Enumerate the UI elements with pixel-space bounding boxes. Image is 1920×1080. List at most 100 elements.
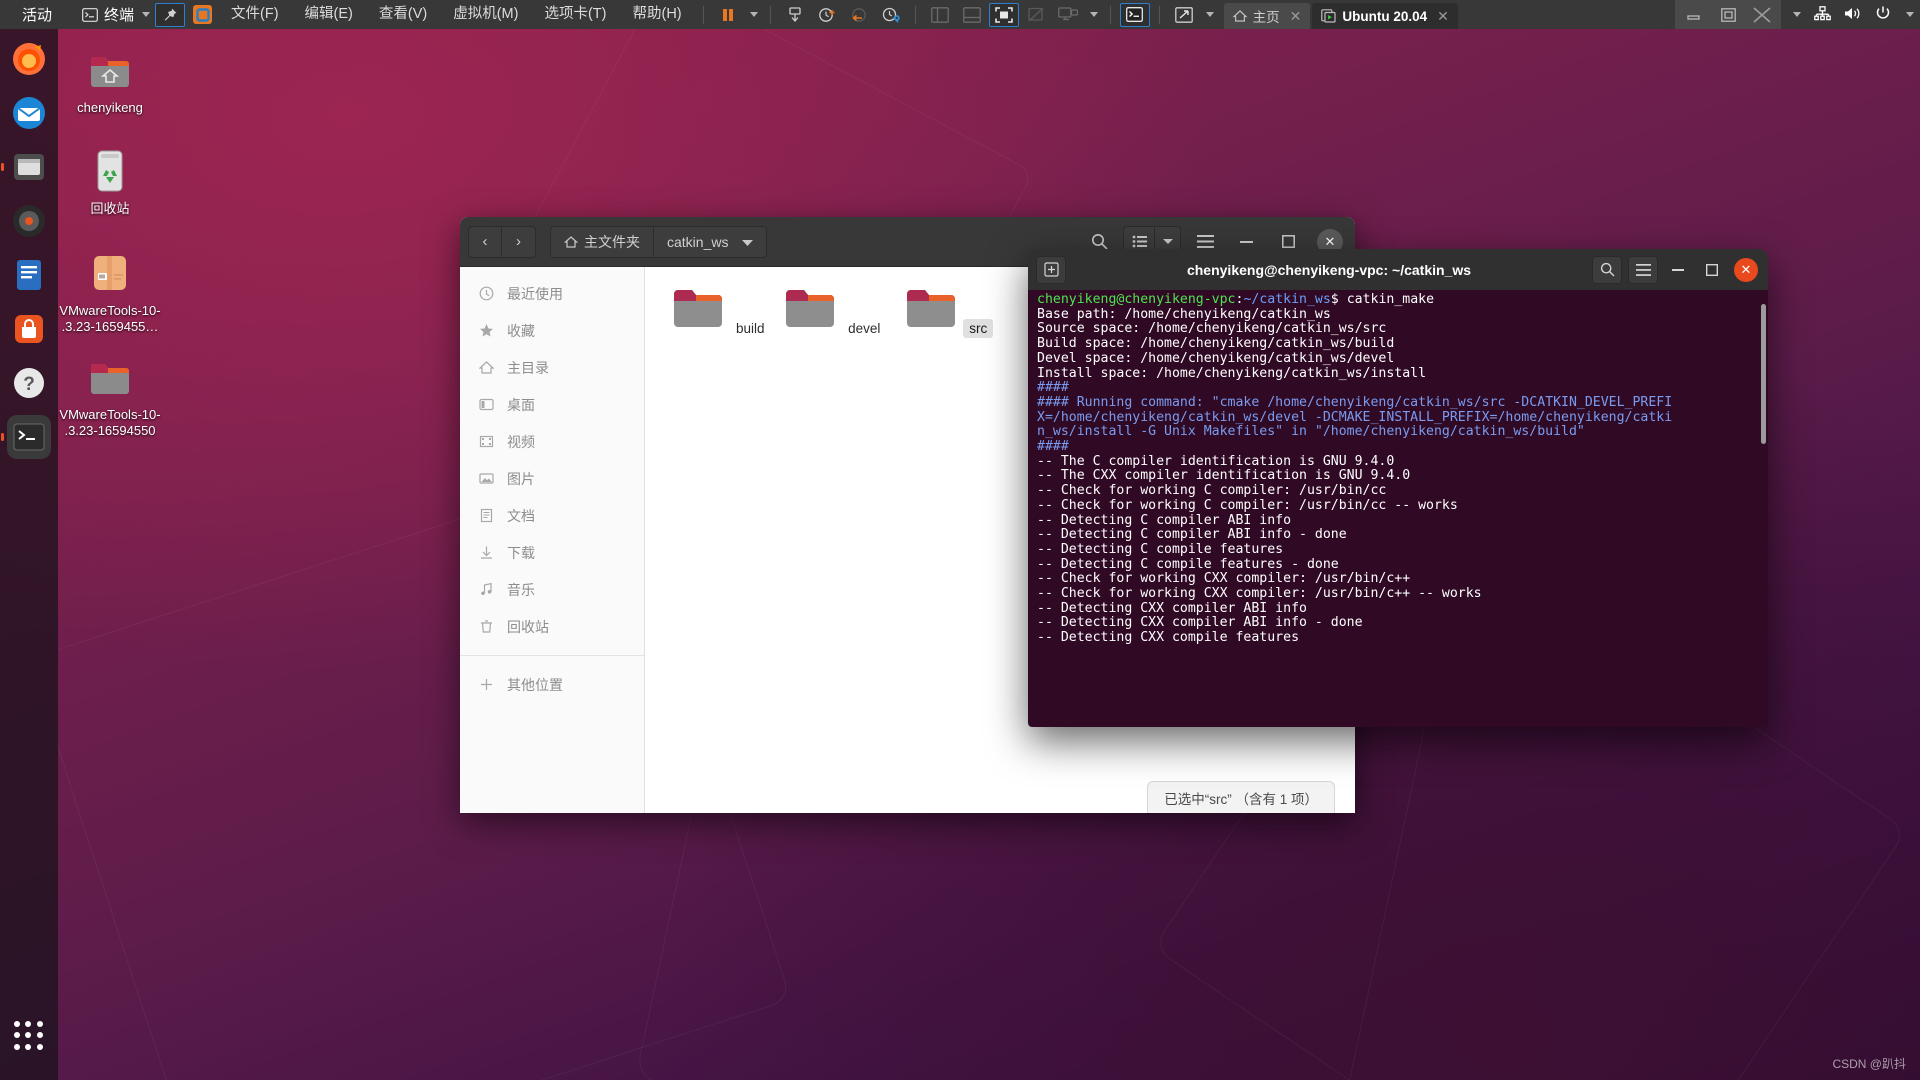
sidebar-item-desktop[interactable]: 桌面 — [460, 386, 644, 423]
revert-snapshot-icon[interactable] — [844, 3, 874, 27]
close-button[interactable]: ✕ — [1732, 256, 1760, 284]
close-icon[interactable]: ✕ — [1290, 8, 1302, 25]
menu-vm[interactable]: 虚拟机(M) — [440, 0, 531, 29]
close-icon[interactable]: ✕ — [1734, 257, 1758, 282]
sidebar-item-label: 其他位置 — [507, 676, 563, 693]
menu-file[interactable]: 文件(F) — [218, 0, 292, 29]
caret-down-icon[interactable] — [142, 12, 151, 17]
stretch-caret-icon[interactable] — [1201, 3, 1217, 27]
dock-item-libreoffice-writer[interactable] — [7, 253, 51, 297]
sidebar-item-documents[interactable]: 文档 — [460, 497, 644, 534]
pause-icon[interactable] — [713, 3, 743, 27]
close-button[interactable] — [1745, 0, 1779, 29]
snapshot-icon[interactable] — [780, 3, 810, 27]
vmware-menubar[interactable]: 文件(F) 编辑(E) 查看(V) 虚拟机(M) 选项卡(T) 帮助(H) — [218, 0, 695, 29]
activities-button[interactable]: 活动 — [8, 0, 66, 29]
software-store-icon — [15, 315, 43, 343]
breadcrumb-item-catkin-ws[interactable]: catkin_ws — [654, 225, 768, 258]
network-icon[interactable] — [1814, 5, 1831, 24]
scrollbar[interactable] — [1761, 304, 1766, 444]
desktop-icon-home[interactable]: chenyikeng — [54, 53, 166, 116]
sidebar-item-starred[interactable]: 收藏 — [460, 312, 644, 349]
menu-tabs[interactable]: 选项卡(T) — [531, 0, 619, 29]
pause-dropdown-caret-icon[interactable] — [745, 3, 761, 27]
file-item-build[interactable]: build — [663, 281, 777, 338]
dock-item-thunderbird[interactable] — [7, 91, 51, 135]
vmware-logo-icon[interactable] — [187, 3, 217, 27]
menu-help[interactable]: 帮助(H) — [619, 0, 694, 29]
desktop-icon-vmwaretools-archive[interactable]: VMwareTools-10- .3.23-1659455… — [54, 252, 166, 335]
desktop-icon-vmwaretools-folder[interactable]: VMwareTools-10- .3.23-16594550 — [54, 360, 166, 439]
sidebar-view-icon[interactable] — [925, 3, 955, 27]
file-item-src[interactable]: src — [891, 281, 1005, 338]
search-icon[interactable] — [1592, 255, 1622, 284]
volume-icon[interactable] — [1844, 6, 1862, 24]
vm-tab-ubuntu[interactable]: Ubuntu 20.04 ✕ — [1312, 3, 1458, 29]
power-icon[interactable] — [1875, 5, 1891, 24]
terminal-output[interactable]: chenyikeng@chenyikeng-vpc:~/catkin_ws$ c… — [1028, 290, 1768, 727]
breadcrumb[interactable]: 主文件夹 catkin_ws — [550, 225, 768, 258]
sidebar-item-home[interactable]: 主目录 — [460, 349, 644, 386]
app-menu-terminal[interactable]: 终端 — [78, 4, 154, 25]
multi-monitor-icon[interactable] — [1053, 3, 1083, 27]
new-tab-icon[interactable] — [1036, 255, 1066, 284]
sidebar-item-videos[interactable]: 视频 — [460, 423, 644, 460]
menu-view[interactable]: 查看(V) — [366, 0, 440, 29]
snapshot-manager-icon[interactable] — [876, 3, 906, 27]
dock-item-rhythmbox[interactable] — [7, 199, 51, 243]
vmware-toolbar[interactable]: 活动 终端 文件(F) 编辑(E) 查看(V) 虚拟机(M) 选项卡(T) 帮助… — [0, 0, 1920, 29]
terminal-toolbar-icon[interactable] — [1119, 2, 1150, 27]
maximize-button[interactable] — [1698, 256, 1726, 284]
sidebar-item-label: 桌面 — [507, 396, 535, 413]
ubuntu-system-tray[interactable] — [1791, 0, 1920, 29]
unity-mode-icon[interactable] — [1021, 3, 1051, 27]
dock-item-firefox[interactable] — [7, 37, 51, 81]
folder-icon — [906, 290, 955, 327]
file-item-devel[interactable]: devel — [777, 281, 891, 338]
chevron-down-icon[interactable] — [742, 234, 754, 250]
back-button[interactable]: ‹ — [468, 225, 502, 258]
hamburger-menu-icon[interactable] — [1628, 255, 1658, 284]
navigation-buttons[interactable]: ‹ › — [468, 225, 536, 258]
take-snapshot-icon[interactable] — [812, 3, 842, 27]
terminal-window[interactable]: chenyikeng@chenyikeng-vpc: ~/catkin_ws ✕… — [1028, 249, 1768, 727]
vm-tab-bar[interactable]: 主页 ✕ Ubuntu 20.04 ✕ — [1223, 0, 1460, 29]
multi-monitor-caret-icon[interactable] — [1085, 3, 1101, 27]
video-icon — [478, 434, 495, 449]
sidebar-item-label: 下载 — [507, 544, 535, 561]
dock-item-help[interactable]: ? — [7, 361, 51, 405]
desktop-icon-trash[interactable]: 回收站 — [54, 148, 166, 217]
close-icon[interactable]: ✕ — [1437, 8, 1449, 25]
menu-edit[interactable]: 编辑(E) — [292, 0, 366, 29]
show-applications-button[interactable] — [7, 1014, 51, 1058]
sidebar-item-recent[interactable]: 最近使用 — [460, 275, 644, 312]
dock-item-terminal[interactable] — [7, 415, 51, 459]
sidebar-item-downloads[interactable]: 下载 — [460, 534, 644, 571]
trash-icon — [478, 619, 495, 634]
prompt-dollar: $ — [1330, 292, 1339, 307]
sidebar-item-other-locations[interactable]: 其他位置 — [460, 666, 644, 703]
forward-button[interactable]: › — [502, 225, 536, 258]
caret-down-icon[interactable] — [1906, 12, 1914, 17]
window-controls[interactable] — [1675, 0, 1920, 29]
sidebar-item-label: 主目录 — [507, 359, 549, 376]
vm-tab-home[interactable]: 主页 ✕ — [1223, 3, 1311, 29]
fullscreen-icon[interactable] — [988, 2, 1019, 27]
restore-button[interactable] — [1711, 0, 1745, 29]
file-manager-sidebar[interactable]: 最近使用 收藏 主目录 桌面 视频 图片 文档 下载 音乐 回收站 其他位置 — [460, 267, 645, 813]
tray-caret-icon[interactable] — [1793, 12, 1801, 17]
stretch-icon[interactable] — [1169, 3, 1199, 27]
sidebar-item-label: 音乐 — [507, 581, 535, 598]
sidebar-item-pictures[interactable]: 图片 — [460, 460, 644, 497]
dock-item-ubuntu-software[interactable] — [7, 307, 51, 351]
sidebar-item-music[interactable]: 音乐 — [460, 571, 644, 608]
pin-icon[interactable] — [155, 2, 186, 27]
minimize-button[interactable] — [1664, 256, 1692, 284]
breadcrumb-item-home[interactable]: 主文件夹 — [550, 225, 654, 258]
console-view-icon[interactable] — [957, 3, 987, 27]
ubuntu-dock[interactable]: ? — [0, 29, 58, 1080]
sidebar-item-trash[interactable]: 回收站 — [460, 608, 644, 645]
minimize-button[interactable] — [1677, 0, 1711, 29]
dock-item-files[interactable] — [7, 145, 51, 189]
mail-icon — [13, 97, 45, 129]
